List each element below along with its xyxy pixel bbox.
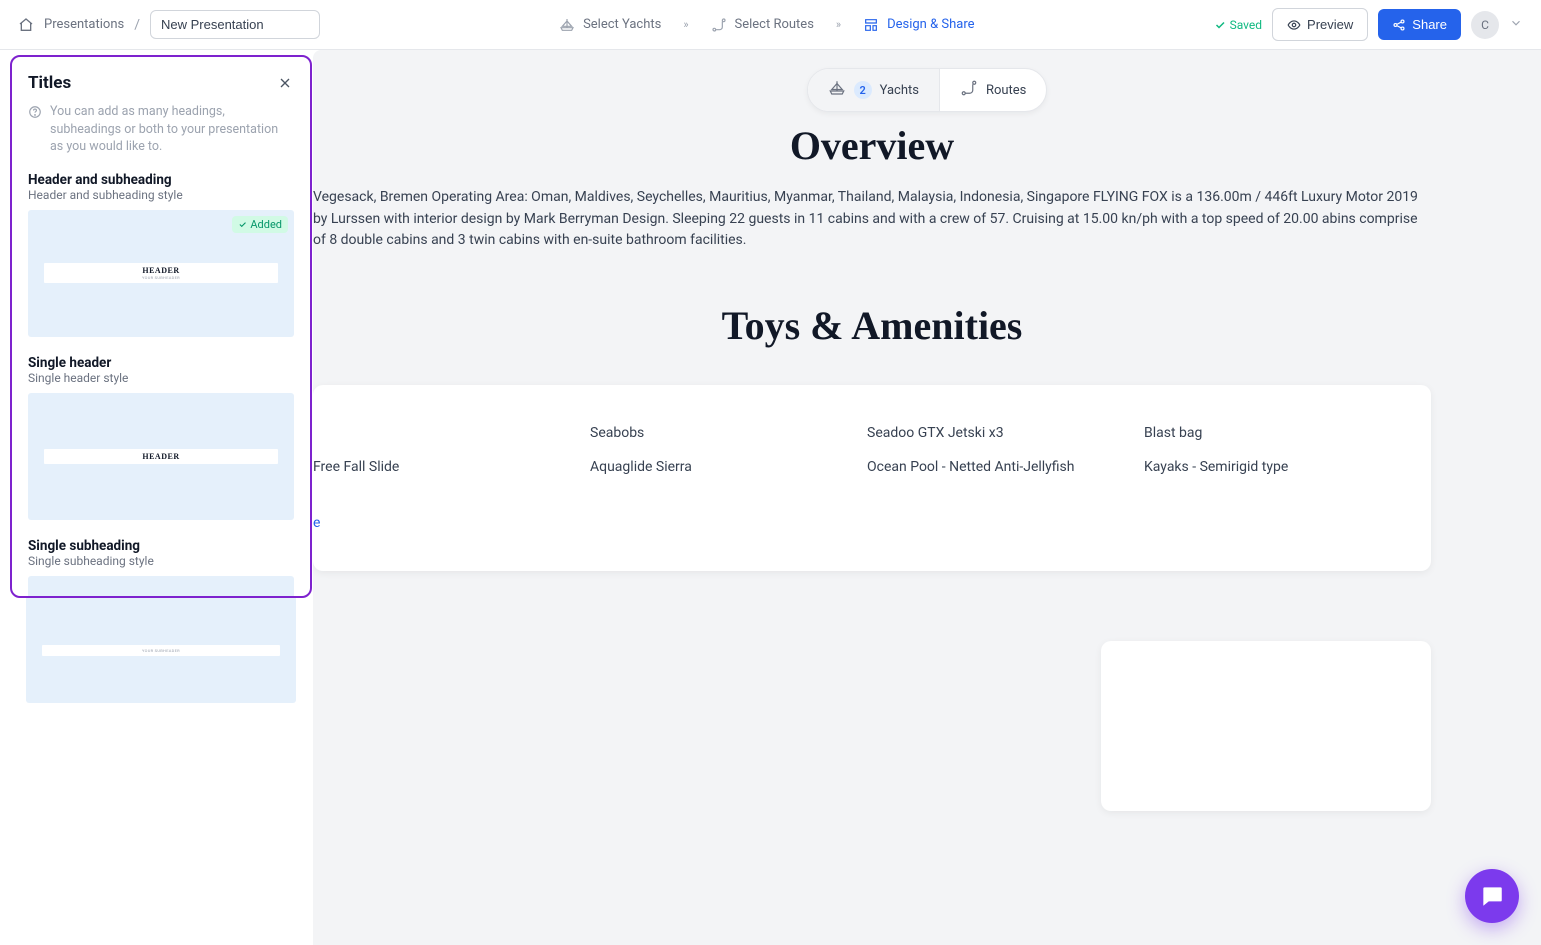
toy-item: Seabobs <box>590 425 837 441</box>
panel-info: You can add as many headings, subheading… <box>28 103 294 156</box>
layout-subtitle: Single subheading style <box>28 554 294 568</box>
tab-label: Yachts <box>880 83 919 98</box>
preview-sub-text: YOUR SUBHEADER <box>142 648 180 653</box>
step-select-routes[interactable]: Select Routes <box>711 17 814 33</box>
tab-routes[interactable]: Routes <box>939 69 1046 111</box>
toys-card: Seabobs Seadoo GTX Jetski x3 Blast bag F… <box>313 385 1431 571</box>
titles-panel-overflow: YOUR SUBHEADER <box>10 597 312 703</box>
avatar[interactable]: C <box>1471 11 1499 39</box>
yacht-icon <box>559 17 575 33</box>
toy-item: Free Fall Slide <box>313 459 560 475</box>
layout-preview[interactable]: YOUR SUBHEADER <box>26 597 296 703</box>
canvas[interactable]: 2 Yachts Routes Overview Vegesack, Breme… <box>313 50 1541 945</box>
design-icon <box>863 17 879 33</box>
titles-panel: Titles You can add as many headings, sub… <box>10 55 312 598</box>
layout-subtitle: Single header style <box>28 371 294 385</box>
chat-bubble-button[interactable] <box>1465 869 1519 923</box>
yacht-icon <box>828 79 846 101</box>
step-separator: » <box>683 18 688 31</box>
chevron-down-icon[interactable] <box>1509 16 1523 34</box>
step-separator: » <box>836 18 841 31</box>
layout-name: Header and subheading <box>28 172 294 188</box>
toys-heading: Toys & Amenities <box>313 302 1431 349</box>
panel-title: Titles <box>28 73 71 93</box>
presentation-title-input[interactable] <box>150 10 320 39</box>
preview-header-text: HEADER <box>142 452 179 461</box>
toy-item: Aquaglide Sierra <box>590 459 837 475</box>
breadcrumb-separator: / <box>134 17 140 33</box>
toy-item: Seadoo GTX Jetski x3 <box>867 425 1114 441</box>
layout-name: Single header <box>28 355 294 371</box>
step-label: Select Routes <box>735 17 814 32</box>
layout-option-single-subheading[interactable]: Single subheading Single subheading styl… <box>28 538 294 599</box>
placeholder-card <box>1101 641 1431 811</box>
show-more-link[interactable]: e <box>313 515 1391 531</box>
top-nav: Presentations / Select Yachts » Select R… <box>0 0 1541 50</box>
toy-item <box>313 425 560 441</box>
info-icon <box>28 105 42 119</box>
preview-sub-text: YOUR SUBHEADER <box>142 275 180 280</box>
layout-preview[interactable]: HEADER <box>28 393 294 520</box>
step-label: Design & Share <box>887 17 974 32</box>
home-icon[interactable] <box>18 17 34 33</box>
step-label: Select Yachts <box>583 17 661 32</box>
close-icon[interactable] <box>276 74 294 92</box>
routes-icon <box>711 17 727 33</box>
toy-item: Kayaks - Semirigid type <box>1144 459 1391 475</box>
breadcrumb-root[interactable]: Presentations <box>44 17 124 32</box>
yachts-count-badge: 2 <box>854 81 872 99</box>
view-tabs: 2 Yachts Routes <box>807 68 1048 112</box>
step-select-yachts[interactable]: Select Yachts <box>559 17 661 33</box>
layout-preview[interactable]: Added HEADER YOUR SUBHEADER <box>28 210 294 337</box>
tab-yachts[interactable]: 2 Yachts <box>808 69 939 111</box>
routes-icon <box>960 79 978 101</box>
toy-item: Ocean Pool - Netted Anti-Jellyfish <box>867 459 1114 475</box>
preview-header-text: HEADER <box>142 266 179 275</box>
step-design-share[interactable]: Design & Share <box>863 17 974 33</box>
saved-indicator: Saved <box>1214 18 1262 32</box>
share-button[interactable]: Share <box>1378 9 1461 40</box>
preview-button[interactable]: Preview <box>1272 8 1368 41</box>
overview-text: Vegesack, Bremen Operating Area: Oman, M… <box>313 187 1431 252</box>
layout-option-header-subheading[interactable]: Header and subheading Header and subhead… <box>28 172 294 337</box>
overview-heading: Overview <box>313 122 1431 169</box>
layout-subtitle: Header and subheading style <box>28 188 294 202</box>
added-badge: Added <box>232 216 288 233</box>
tab-label: Routes <box>986 83 1026 98</box>
toy-item: Blast bag <box>1144 425 1391 441</box>
layout-option-single-header[interactable]: Single header Single header style HEADER <box>28 355 294 520</box>
layout-preview[interactable] <box>28 576 294 599</box>
layout-name: Single subheading <box>28 538 294 554</box>
